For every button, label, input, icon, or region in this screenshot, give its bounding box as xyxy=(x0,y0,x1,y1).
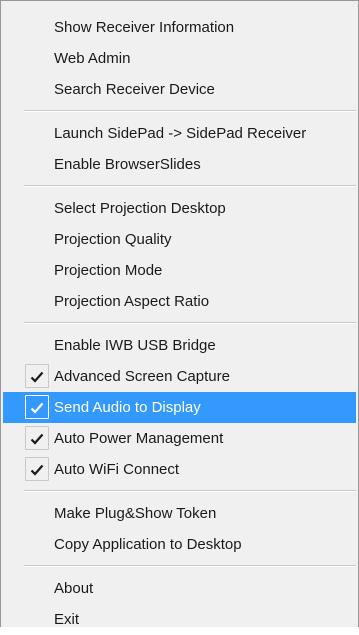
menu-item-about[interactable]: About xyxy=(3,573,356,604)
menu-item-projection-mode[interactable]: Projection Mode xyxy=(3,255,356,286)
context-menu: Show Receiver Information Web Admin Sear… xyxy=(0,0,359,628)
checkmark-glyph xyxy=(30,402,44,414)
menu-item-label: Enable IWB USB Bridge xyxy=(54,337,216,354)
menu-item-label: Projection Mode xyxy=(54,262,163,279)
menu-item-label: Launch SidePad -> SidePad Receiver xyxy=(54,125,307,142)
menu-item-search-receiver-device[interactable]: Search Receiver Device xyxy=(3,74,356,105)
menu-item-make-plug-show-token[interactable]: Make Plug&Show Token xyxy=(3,498,356,529)
menu-item-label: Send Audio to Display xyxy=(54,399,201,416)
menu-item-label: Projection Aspect Ratio xyxy=(54,293,210,310)
checkmark-icon xyxy=(25,457,49,481)
menu-item-exit[interactable]: Exit xyxy=(3,604,356,635)
menu-item-projection-quality[interactable]: Projection Quality xyxy=(3,224,356,255)
menu-item-auto-power-management[interactable]: Auto Power Management xyxy=(3,423,356,454)
menu-item-auto-wifi-connect[interactable]: Auto WiFi Connect xyxy=(3,454,356,485)
menu-item-label: Web Admin xyxy=(54,50,131,67)
checkmark-glyph xyxy=(30,371,44,383)
menu-item-send-audio-to-display[interactable]: Send Audio to Display xyxy=(3,392,356,423)
menu-item-label: Select Projection Desktop xyxy=(54,200,226,217)
menu-item-label: Exit xyxy=(54,611,80,628)
checkmark-icon xyxy=(25,395,49,419)
menu-item-label: Auto WiFi Connect xyxy=(54,461,180,478)
menu-item-label: Enable BrowserSlides xyxy=(54,156,201,173)
menu-separator xyxy=(24,110,356,112)
menu-item-enable-browserslides[interactable]: Enable BrowserSlides xyxy=(3,149,356,180)
menu-separator xyxy=(24,490,356,492)
menu-item-label: Auto Power Management xyxy=(54,430,224,447)
menu-separator xyxy=(24,185,356,187)
menu-item-label: Advanced Screen Capture xyxy=(54,368,230,385)
menu-item-advanced-screen-capture[interactable]: Advanced Screen Capture xyxy=(3,361,356,392)
checkmark-glyph xyxy=(30,464,44,476)
menu-separator xyxy=(24,565,356,567)
menu-item-copy-application-to-desktop[interactable]: Copy Application to Desktop xyxy=(3,529,356,560)
checkmark-icon xyxy=(25,426,49,450)
checkmark-glyph xyxy=(30,433,44,445)
menu-item-show-receiver-information[interactable]: Show Receiver Information xyxy=(3,12,356,43)
menu-item-label: Copy Application to Desktop xyxy=(54,536,242,553)
menu-item-projection-aspect-ratio[interactable]: Projection Aspect Ratio xyxy=(3,286,356,317)
menu-item-label: Search Receiver Device xyxy=(54,81,215,98)
menu-item-web-admin[interactable]: Web Admin xyxy=(3,43,356,74)
checkmark-icon xyxy=(25,364,49,388)
menu-item-enable-iwb-usb-bridge[interactable]: Enable IWB USB Bridge xyxy=(3,330,356,361)
menu-separator xyxy=(24,322,356,324)
menu-item-launch-sidepad[interactable]: Launch SidePad -> SidePad Receiver xyxy=(3,118,356,149)
menu-item-label: About xyxy=(54,580,94,597)
menu-item-label: Show Receiver Information xyxy=(54,19,235,36)
menu-item-label: Projection Quality xyxy=(54,231,172,248)
menu-item-select-projection-desktop[interactable]: Select Projection Desktop xyxy=(3,193,356,224)
menu-item-label: Make Plug&Show Token xyxy=(54,505,217,522)
